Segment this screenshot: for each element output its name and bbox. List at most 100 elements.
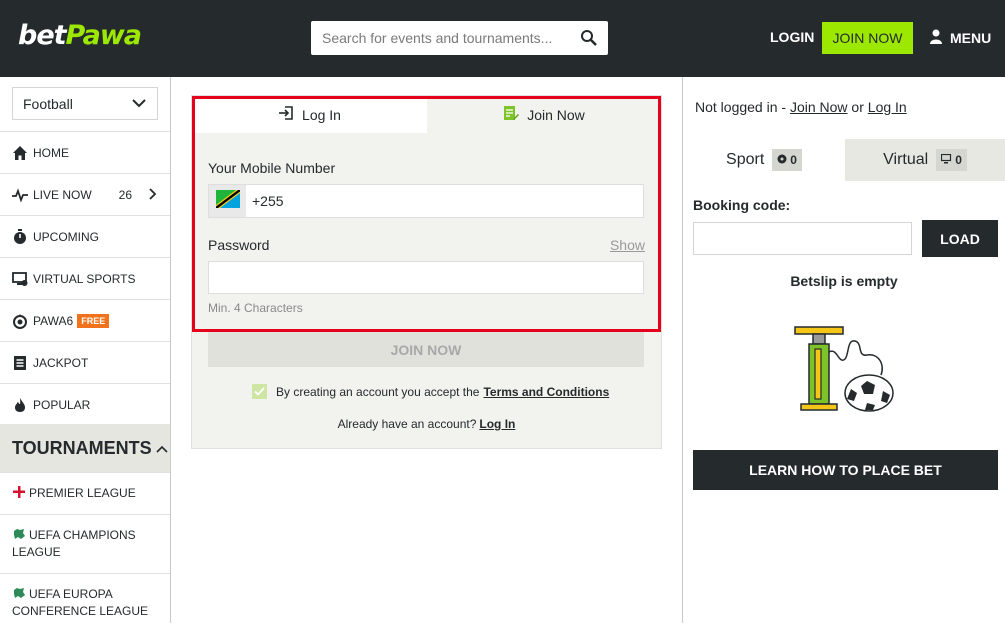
join-now-submit-button[interactable]: JOIN NOW: [208, 332, 644, 367]
tournament-uefa-europa-conference-league[interactable]: UEFA EUROPA CONFERENCE LEAGUE: [0, 573, 170, 632]
chevron-up-icon: [156, 438, 168, 459]
sidebar-item-jackpot[interactable]: JACKPOT: [0, 341, 170, 383]
country-code-selector[interactable]: [209, 185, 246, 217]
tournament-label: PREMIER LEAGUE: [29, 486, 136, 500]
already-text: Already have an account?: [337, 417, 477, 431]
chevron-right-icon: [148, 187, 158, 204]
tab-virtual[interactable]: Virtual 0: [845, 139, 1005, 181]
search-icon[interactable]: [580, 29, 598, 47]
join-now-button[interactable]: JOIN NOW: [822, 22, 913, 54]
stopwatch-icon: [12, 228, 28, 245]
sport-dropdown[interactable]: Football: [12, 87, 158, 120]
tab-join-now[interactable]: Join Now: [427, 96, 661, 133]
tab-login-label: Log In: [302, 106, 341, 123]
chevron-down-icon: [131, 96, 147, 113]
user-icon: [928, 28, 944, 47]
status-prefix: Not logged in -: [695, 99, 790, 115]
tournament-label: UEFA CHAMPIONS LEAGUE: [12, 528, 136, 559]
ball-icon: [777, 153, 787, 167]
betslip-panel: Not logged in - Join Now or Log In Sport…: [682, 77, 1005, 623]
betslip-empty-text: Betslip is empty: [790, 273, 898, 289]
monitor-icon: [12, 271, 28, 287]
betpawa-logo[interactable]: betPawa: [18, 20, 142, 51]
sidebar-item-label: POPULAR: [33, 397, 91, 412]
status-or: or: [847, 99, 868, 115]
virtual-count-badge: 0: [936, 149, 967, 171]
password-hint: Min. 4 Characters: [208, 301, 303, 315]
sport-count-badge: 0: [772, 149, 802, 171]
terms-row: By creating an account you accept the Te…: [252, 384, 609, 399]
join-form-icon: [503, 105, 520, 124]
password-label: Password: [208, 237, 270, 253]
sport-count: 0: [790, 153, 797, 167]
tab-virtual-label: Virtual: [883, 151, 929, 168]
flame-icon: [12, 397, 28, 413]
sidebar-item-live-now[interactable]: LIVE NOW 26: [0, 173, 170, 215]
menu-label: MENU: [950, 29, 992, 46]
terms-text: By creating an account you accept the: [276, 384, 480, 399]
sidebar-item-label: UPCOMING: [33, 229, 99, 244]
learn-how-to-place-bet-button[interactable]: LEARN HOW TO PLACE BET: [693, 450, 998, 490]
login-icon: [278, 105, 294, 124]
show-password-link[interactable]: Show: [610, 237, 645, 253]
sidebar-item-popular[interactable]: POPULAR: [0, 383, 170, 425]
phone-input[interactable]: [246, 193, 626, 209]
sidebar-item-label: LIVE NOW: [33, 187, 92, 202]
search-input[interactable]: [311, 21, 571, 55]
login-status: Not logged in - Join Now or Log In: [695, 99, 907, 115]
booking-code-field[interactable]: [693, 222, 912, 255]
home-icon: [12, 145, 28, 161]
password-input[interactable]: [209, 262, 643, 293]
menu-button[interactable]: MENU: [928, 28, 991, 47]
tournaments-header[interactable]: TOURNAMENTS: [0, 424, 170, 472]
sidebar-item-home[interactable]: HOME: [0, 131, 170, 173]
pawa6-icon: [12, 313, 28, 329]
search-box[interactable]: [311, 21, 608, 55]
already-login-link[interactable]: Log In: [479, 417, 515, 431]
already-account-row: Already have an account? Log In: [192, 417, 661, 431]
sidebar-nav: HOME LIVE NOW 26 UPCOMING VIRTUAL SPORTS…: [0, 131, 170, 425]
live-count: 26: [118, 187, 132, 202]
booking-code-input[interactable]: [694, 223, 911, 254]
sport-selected-label: Football: [23, 95, 73, 112]
tanzania-flag-icon: [215, 189, 240, 213]
tournaments-list: PREMIER LEAGUE UEFA CHAMPIONS LEAGUE UEF…: [0, 472, 170, 632]
betslip-tabs: Sport 0 Virtual 0: [683, 139, 1005, 181]
login-button[interactable]: LOGIN: [770, 29, 814, 45]
tournament-label: UEFA EUROPA CONFERENCE LEAGUE: [12, 587, 149, 618]
pulse-icon: [12, 187, 28, 203]
main-content: Log In Join Now Your Mobile Number Passw…: [171, 77, 682, 623]
tournament-uefa-champions-league[interactable]: UEFA CHAMPIONS LEAGUE: [0, 514, 170, 573]
europe-map-icon: [12, 527, 26, 541]
sidebar-item-label: PAWA6: [33, 313, 74, 328]
pump-and-ball-illustration: [787, 317, 907, 417]
tab-sport[interactable]: Sport 0: [683, 139, 845, 181]
status-join-link[interactable]: Join Now: [790, 99, 848, 115]
mobile-number-label: Your Mobile Number: [208, 160, 336, 176]
booking-code-label: Booking code:: [693, 197, 791, 213]
sidebar-item-virtual-sports[interactable]: VIRTUAL SPORTS: [0, 257, 170, 299]
terms-checkbox[interactable]: [252, 384, 267, 399]
monitor-icon: [941, 153, 952, 167]
sidebar-item-upcoming[interactable]: UPCOMING: [0, 215, 170, 257]
status-login-link[interactable]: Log In: [868, 99, 907, 115]
jackpot-icon: [12, 355, 28, 371]
load-button[interactable]: LOAD: [922, 220, 998, 257]
sidebar-item-label: JACKPOT: [33, 355, 89, 370]
sidebar-item-pawa6[interactable]: PAWA6 FREE: [0, 299, 170, 341]
tournaments-title: TOURNAMENTS: [12, 437, 152, 458]
top-bar: betPawa LOGIN JOIN NOW MENU: [0, 0, 1005, 77]
england-flag-icon: [12, 485, 26, 499]
left-sidebar: Football HOME LIVE NOW 26 UPCOMING VIRTU…: [0, 77, 171, 623]
europe-map-icon: [12, 586, 26, 600]
virtual-count: 0: [955, 153, 962, 167]
free-badge: FREE: [77, 313, 110, 328]
sidebar-item-label: VIRTUAL SPORTS: [33, 271, 136, 286]
mobile-number-field[interactable]: [208, 184, 644, 218]
tab-sport-label: Sport: [726, 151, 765, 168]
password-field[interactable]: [208, 261, 644, 294]
tournament-premier-league[interactable]: PREMIER LEAGUE: [0, 472, 170, 514]
terms-link[interactable]: Terms and Conditions: [483, 385, 609, 399]
tab-login[interactable]: Log In: [192, 96, 427, 133]
sidebar-item-label: HOME: [33, 145, 69, 160]
